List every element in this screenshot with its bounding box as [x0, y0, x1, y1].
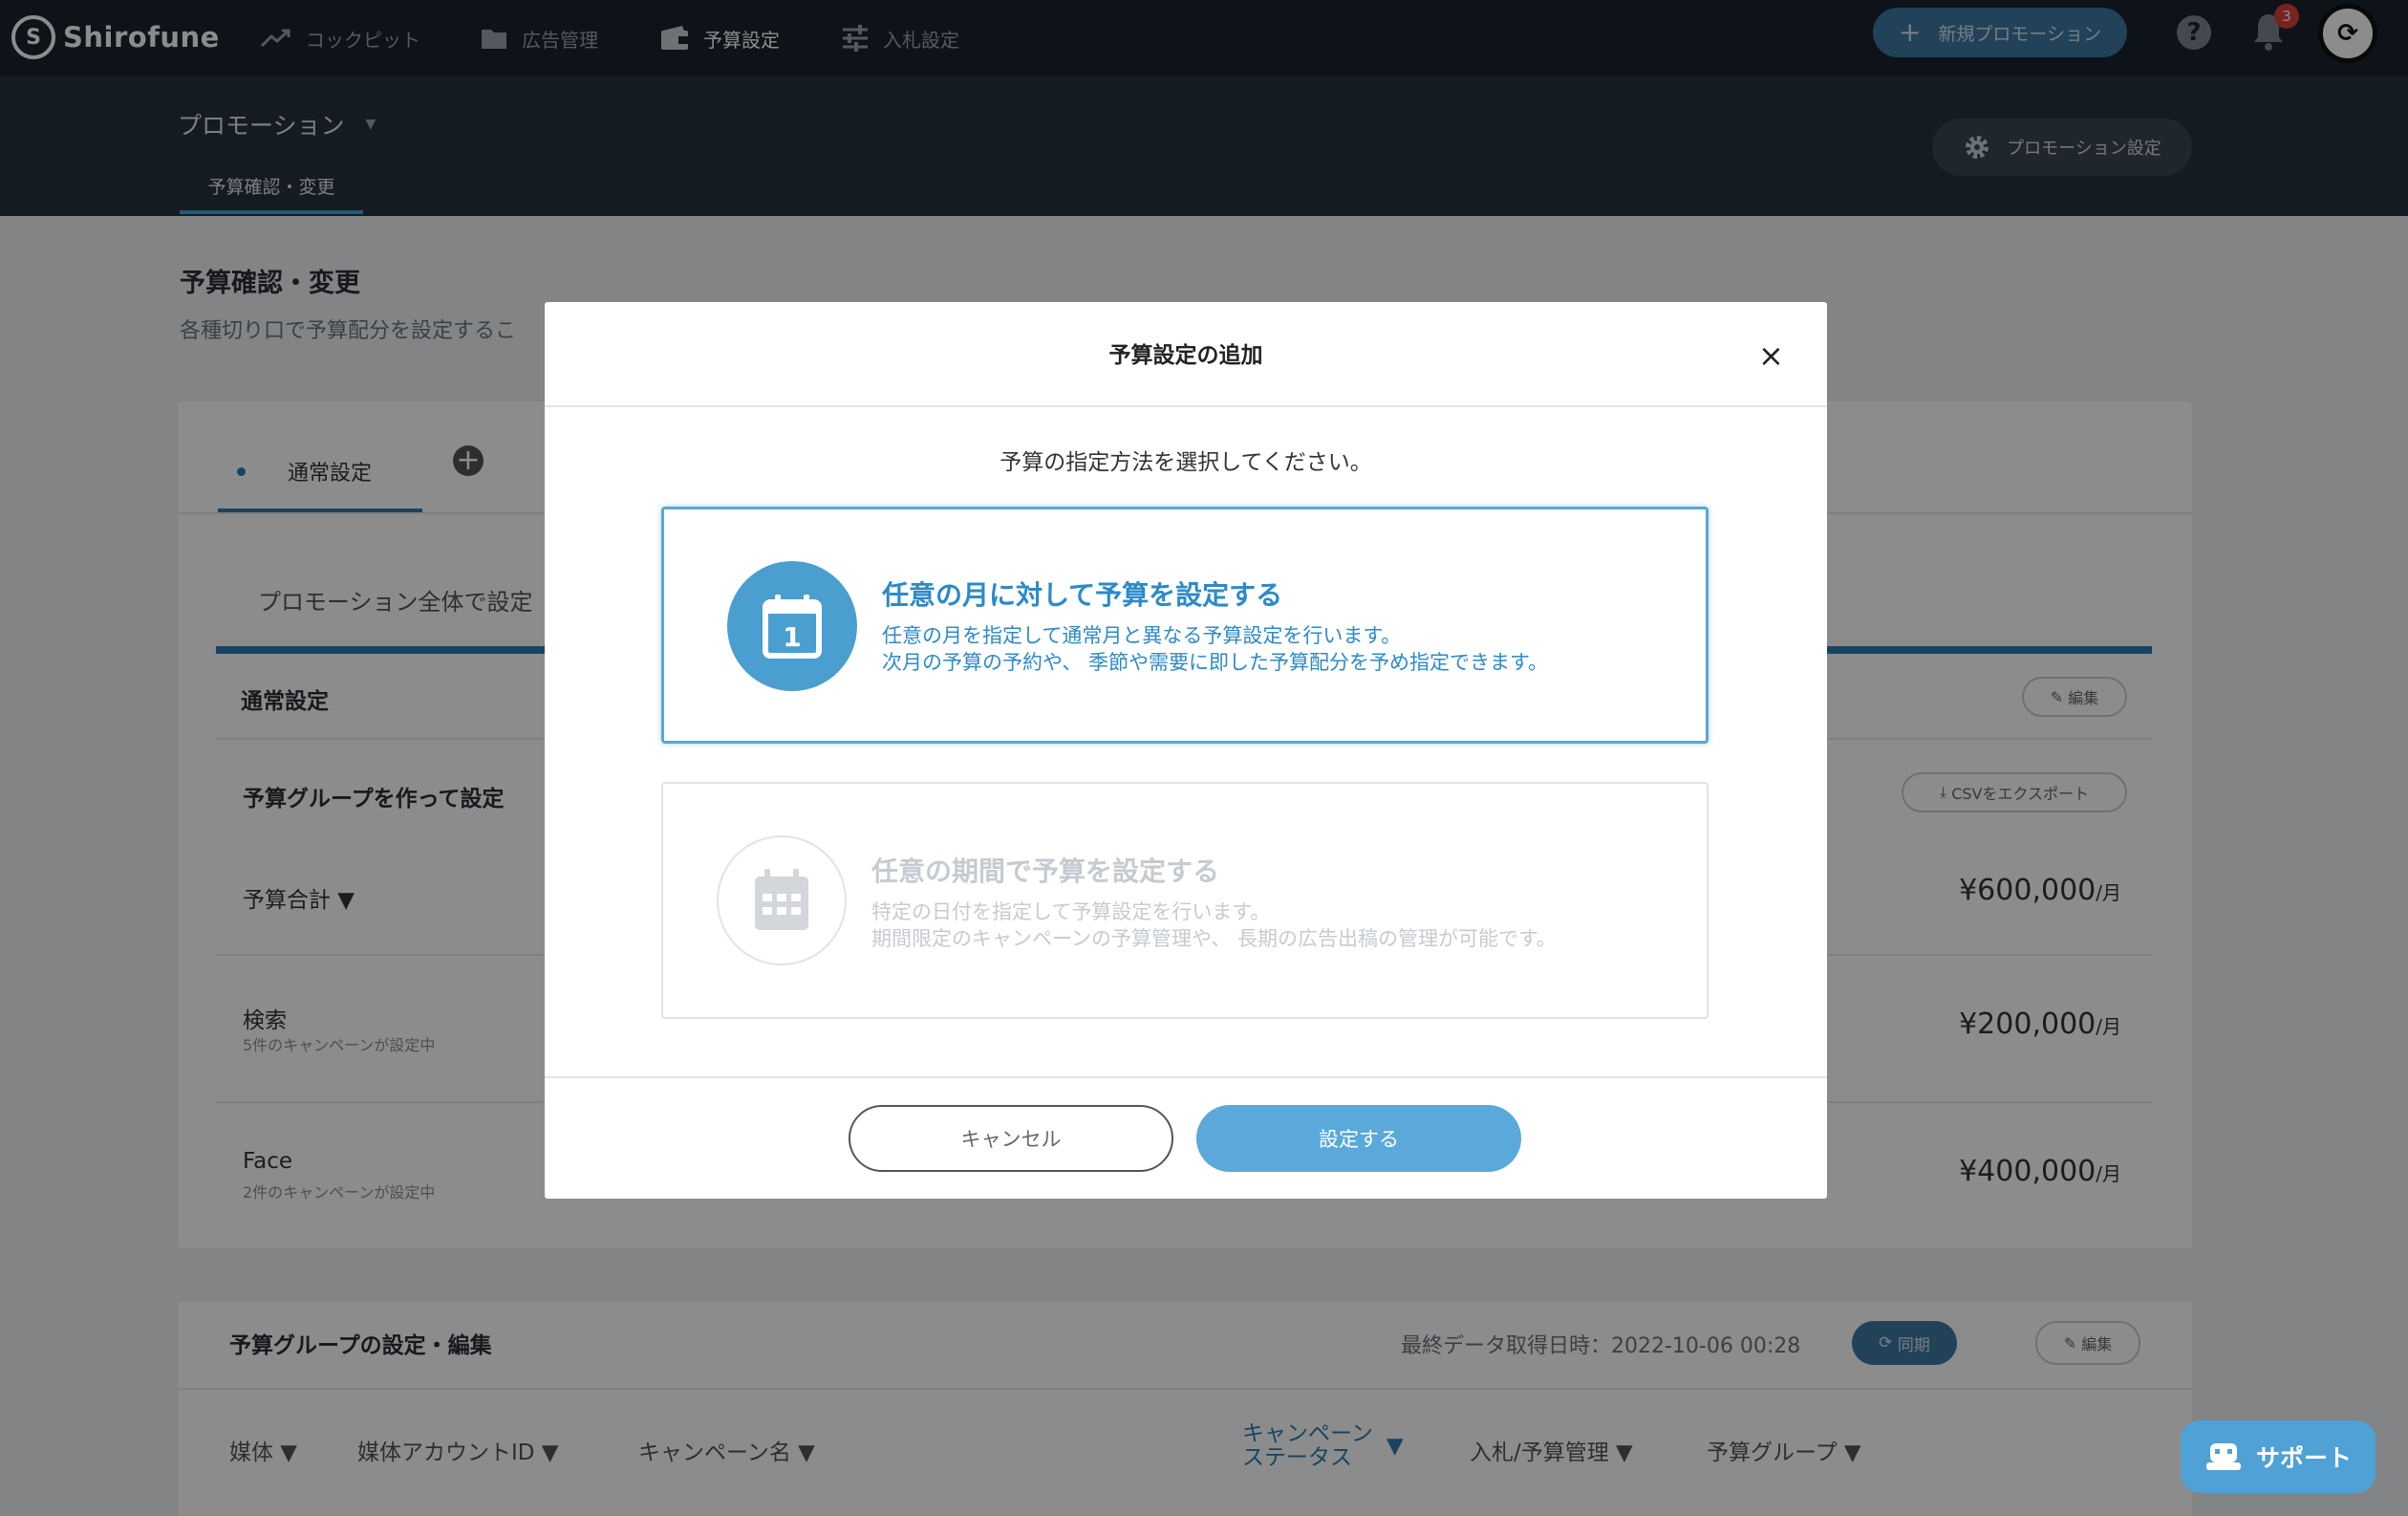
option-desc-line: 次月の予算の予約や、 季節や需要に即した予算配分を予め指定できます。 [882, 651, 1548, 674]
calendar-month-icon: 1 [727, 561, 857, 691]
cancel-button[interactable]: キャンセル [849, 1105, 1173, 1172]
svg-text:1: 1 [783, 621, 801, 653]
divider [545, 405, 1827, 407]
calendar-grid-icon [717, 835, 847, 965]
support-chat-icon [2205, 1443, 2241, 1470]
option-desc-line: 任意の月を指定して通常月と異なる予算設定を行います。 [882, 624, 1402, 647]
option-title: 任意の期間で予算を設定する [871, 855, 1220, 887]
modal-prompt: 予算の指定方法を選択してください。 [1000, 450, 1372, 475]
option-period-budget[interactable]: 任意の期間で予算を設定する 特定の日付を指定して予算設定を行います。 期間限定の… [661, 782, 1709, 1019]
support-button[interactable]: サポート [2181, 1420, 2376, 1493]
option-desc-line: 期間限定のキャンペーンの予算管理や、 長期の広告出稿の管理が可能です。 [871, 927, 1557, 950]
close-icon[interactable]: × [1758, 340, 1784, 371]
option-title: 任意の月に対して予算を設定する [882, 579, 1283, 611]
divider [545, 1076, 1827, 1078]
option-desc-line: 特定の日付を指定して予算設定を行います。 [871, 900, 1271, 923]
option-description: 任意の月を指定して通常月と異なる予算設定を行います。 次月の予算の予約や、 季節… [882, 622, 1548, 676]
add-budget-modal: 予算設定の追加 × 予算の指定方法を選択してください。 1 任意の月に対して予算… [545, 302, 1827, 1199]
support-label: サポート [2255, 1444, 2352, 1472]
option-description: 特定の日付を指定して予算設定を行います。 期間限定のキャンペーンの予算管理や、 … [871, 899, 1557, 952]
option-monthly-budget[interactable]: 1 任意の月に対して予算を設定する 任意の月を指定して通常月と異なる予算設定を行… [661, 507, 1709, 744]
modal-title: 予算設定の追加 [1108, 343, 1263, 368]
confirm-button[interactable]: 設定する [1196, 1105, 1521, 1172]
